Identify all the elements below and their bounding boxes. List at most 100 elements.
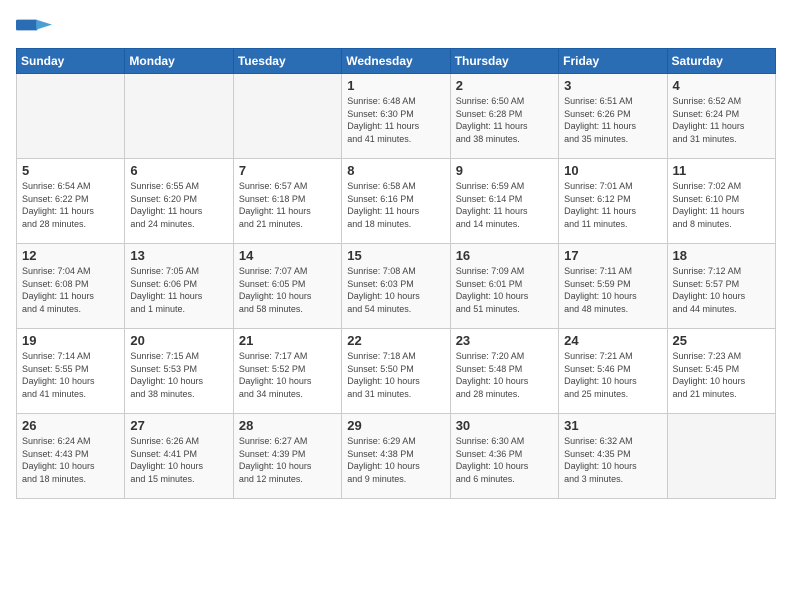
day-info: Sunrise: 7:02 AM Sunset: 6:10 PM Dayligh… — [673, 180, 770, 230]
weekday-header-tuesday: Tuesday — [233, 49, 341, 74]
day-info: Sunrise: 7:14 AM Sunset: 5:55 PM Dayligh… — [22, 350, 119, 400]
calendar-cell — [667, 414, 775, 499]
calendar-cell — [125, 74, 233, 159]
calendar-cell: 10 Sunrise: 7:01 AM Sunset: 6:12 PM Dayli… — [559, 159, 667, 244]
day-info: Sunrise: 6:52 AM Sunset: 6:24 PM Dayligh… — [673, 95, 770, 145]
calendar-cell: 15 Sunrise: 7:08 AM Sunset: 6:03 PM Dayli… — [342, 244, 450, 329]
day-info: Sunrise: 6:29 AM Sunset: 4:38 PM Dayligh… — [347, 435, 444, 485]
day-info: Sunrise: 7:20 AM Sunset: 5:48 PM Dayligh… — [456, 350, 553, 400]
day-info: Sunrise: 7:15 AM Sunset: 5:53 PM Dayligh… — [130, 350, 227, 400]
day-number: 1 — [347, 78, 444, 93]
calendar-cell: 7 Sunrise: 6:57 AM Sunset: 6:18 PM Daylig… — [233, 159, 341, 244]
day-number: 30 — [456, 418, 553, 433]
calendar-table: SundayMondayTuesdayWednesdayThursdayFrid… — [16, 48, 776, 499]
day-info: Sunrise: 6:26 AM Sunset: 4:41 PM Dayligh… — [130, 435, 227, 485]
day-info: Sunrise: 6:51 AM Sunset: 6:26 PM Dayligh… — [564, 95, 661, 145]
day-info: Sunrise: 6:55 AM Sunset: 6:20 PM Dayligh… — [130, 180, 227, 230]
calendar-cell — [233, 74, 341, 159]
calendar-cell: 18Sunrise: 7:12 AM Sunset: 5:57 PM Dayli… — [667, 244, 775, 329]
day-number: 29 — [347, 418, 444, 433]
day-number: 13 — [130, 248, 227, 263]
weekday-header-friday: Friday — [559, 49, 667, 74]
calendar-cell: 27 Sunrise: 6:26 AM Sunset: 4:41 PM Dayli… — [125, 414, 233, 499]
day-info: Sunrise: 6:59 AM Sunset: 6:14 PM Dayligh… — [456, 180, 553, 230]
day-number: 8 — [347, 163, 444, 178]
day-number: 19 — [22, 333, 119, 348]
calendar-cell: 13Sunrise: 7:05 AM Sunset: 6:06 PM Dayli… — [125, 244, 233, 329]
calendar-cell: 11 Sunrise: 7:02 AM Sunset: 6:10 PM Dayli… — [667, 159, 775, 244]
day-info: Sunrise: 7:09 AM Sunset: 6:01 PM Dayligh… — [456, 265, 553, 315]
calendar-cell — [17, 74, 125, 159]
calendar-cell: 8 Sunrise: 6:58 AM Sunset: 6:16 PM Daylig… — [342, 159, 450, 244]
weekday-header-monday: Monday — [125, 49, 233, 74]
calendar-cell: 19 Sunrise: 7:14 AM Sunset: 5:55 PM Dayli… — [17, 329, 125, 414]
day-info: Sunrise: 6:30 AM Sunset: 4:36 PM Dayligh… — [456, 435, 553, 485]
weekday-header-sunday: Sunday — [17, 49, 125, 74]
day-number: 9 — [456, 163, 553, 178]
day-number: 15 — [347, 248, 444, 263]
calendar-cell: 5 Sunrise: 6:54 AM Sunset: 6:22 PM Daylig… — [17, 159, 125, 244]
day-info: Sunrise: 7:04 AM Sunset: 6:08 PM Dayligh… — [22, 265, 119, 315]
calendar-cell: 23 Sunrise: 7:20 AM Sunset: 5:48 PM Dayli… — [450, 329, 558, 414]
day-number: 27 — [130, 418, 227, 433]
day-number: 11 — [673, 163, 770, 178]
day-info: Sunrise: 6:27 AM Sunset: 4:39 PM Dayligh… — [239, 435, 336, 485]
weekday-header-saturday: Saturday — [667, 49, 775, 74]
calendar-cell: 25 Sunrise: 7:23 AM Sunset: 5:45 PM Dayli… — [667, 329, 775, 414]
day-number: 28 — [239, 418, 336, 433]
day-info: Sunrise: 7:18 AM Sunset: 5:50 PM Dayligh… — [347, 350, 444, 400]
day-info: Sunrise: 7:07 AM Sunset: 6:05 PM Dayligh… — [239, 265, 336, 315]
day-number: 7 — [239, 163, 336, 178]
calendar-cell: 3 Sunrise: 6:51 AM Sunset: 6:26 PM Daylig… — [559, 74, 667, 159]
day-info: Sunrise: 7:23 AM Sunset: 5:45 PM Dayligh… — [673, 350, 770, 400]
day-number: 12 — [22, 248, 119, 263]
week-row-2: 5 Sunrise: 6:54 AM Sunset: 6:22 PM Daylig… — [17, 159, 776, 244]
day-number: 6 — [130, 163, 227, 178]
day-info: Sunrise: 6:57 AM Sunset: 6:18 PM Dayligh… — [239, 180, 336, 230]
day-number: 31 — [564, 418, 661, 433]
day-number: 2 — [456, 78, 553, 93]
day-number: 17 — [564, 248, 661, 263]
calendar-cell: 31Sunrise: 6:32 AM Sunset: 4:35 PM Dayli… — [559, 414, 667, 499]
day-number: 3 — [564, 78, 661, 93]
calendar-cell: 20Sunrise: 7:15 AM Sunset: 5:53 PM Dayli… — [125, 329, 233, 414]
logo-icon — [16, 16, 52, 34]
day-info: Sunrise: 7:01 AM Sunset: 6:12 PM Dayligh… — [564, 180, 661, 230]
calendar-cell: 28 Sunrise: 6:27 AM Sunset: 4:39 PM Dayli… — [233, 414, 341, 499]
calendar-cell: 30 Sunrise: 6:30 AM Sunset: 4:36 PM Dayli… — [450, 414, 558, 499]
weekday-header-row: SundayMondayTuesdayWednesdayThursdayFrid… — [17, 49, 776, 74]
weekday-header-wednesday: Wednesday — [342, 49, 450, 74]
calendar-cell: 16Sunrise: 7:09 AM Sunset: 6:01 PM Dayli… — [450, 244, 558, 329]
calendar-cell: 14Sunrise: 7:07 AM Sunset: 6:05 PM Dayli… — [233, 244, 341, 329]
day-number: 24 — [564, 333, 661, 348]
week-row-3: 12 Sunrise: 7:04 AM Sunset: 6:08 PM Dayli… — [17, 244, 776, 329]
day-info: Sunrise: 7:12 AM Sunset: 5:57 PM Dayligh… — [673, 265, 770, 315]
day-number: 5 — [22, 163, 119, 178]
week-row-4: 19 Sunrise: 7:14 AM Sunset: 5:55 PM Dayli… — [17, 329, 776, 414]
day-info: Sunrise: 6:58 AM Sunset: 6:16 PM Dayligh… — [347, 180, 444, 230]
day-info: Sunrise: 6:54 AM Sunset: 6:22 PM Dayligh… — [22, 180, 119, 230]
day-info: Sunrise: 6:50 AM Sunset: 6:28 PM Dayligh… — [456, 95, 553, 145]
day-number: 22 — [347, 333, 444, 348]
day-number: 10 — [564, 163, 661, 178]
calendar-cell: 17 Sunrise: 7:11 AM Sunset: 5:59 PM Dayli… — [559, 244, 667, 329]
weekday-header-thursday: Thursday — [450, 49, 558, 74]
day-info: Sunrise: 7:08 AM Sunset: 6:03 PM Dayligh… — [347, 265, 444, 315]
day-number: 26 — [22, 418, 119, 433]
calendar-cell: 21 Sunrise: 7:17 AM Sunset: 5:52 PM Dayli… — [233, 329, 341, 414]
day-number: 25 — [673, 333, 770, 348]
day-info: Sunrise: 6:24 AM Sunset: 4:43 PM Dayligh… — [22, 435, 119, 485]
day-info: Sunrise: 7:17 AM Sunset: 5:52 PM Dayligh… — [239, 350, 336, 400]
calendar-cell: 24 Sunrise: 7:21 AM Sunset: 5:46 PM Dayli… — [559, 329, 667, 414]
calendar-cell: 22 Sunrise: 7:18 AM Sunset: 5:50 PM Dayli… — [342, 329, 450, 414]
day-number: 4 — [673, 78, 770, 93]
day-number: 23 — [456, 333, 553, 348]
week-row-1: 1Sunrise: 6:48 AM Sunset: 6:30 PM Daylig… — [17, 74, 776, 159]
calendar-cell: 4 Sunrise: 6:52 AM Sunset: 6:24 PM Daylig… — [667, 74, 775, 159]
calendar-cell: 6 Sunrise: 6:55 AM Sunset: 6:20 PM Daylig… — [125, 159, 233, 244]
day-info: Sunrise: 7:11 AM Sunset: 5:59 PM Dayligh… — [564, 265, 661, 315]
calendar-cell: 1Sunrise: 6:48 AM Sunset: 6:30 PM Daylig… — [342, 74, 450, 159]
day-info: Sunrise: 7:21 AM Sunset: 5:46 PM Dayligh… — [564, 350, 661, 400]
calendar-cell: 29 Sunrise: 6:29 AM Sunset: 4:38 PM Dayli… — [342, 414, 450, 499]
day-number: 21 — [239, 333, 336, 348]
